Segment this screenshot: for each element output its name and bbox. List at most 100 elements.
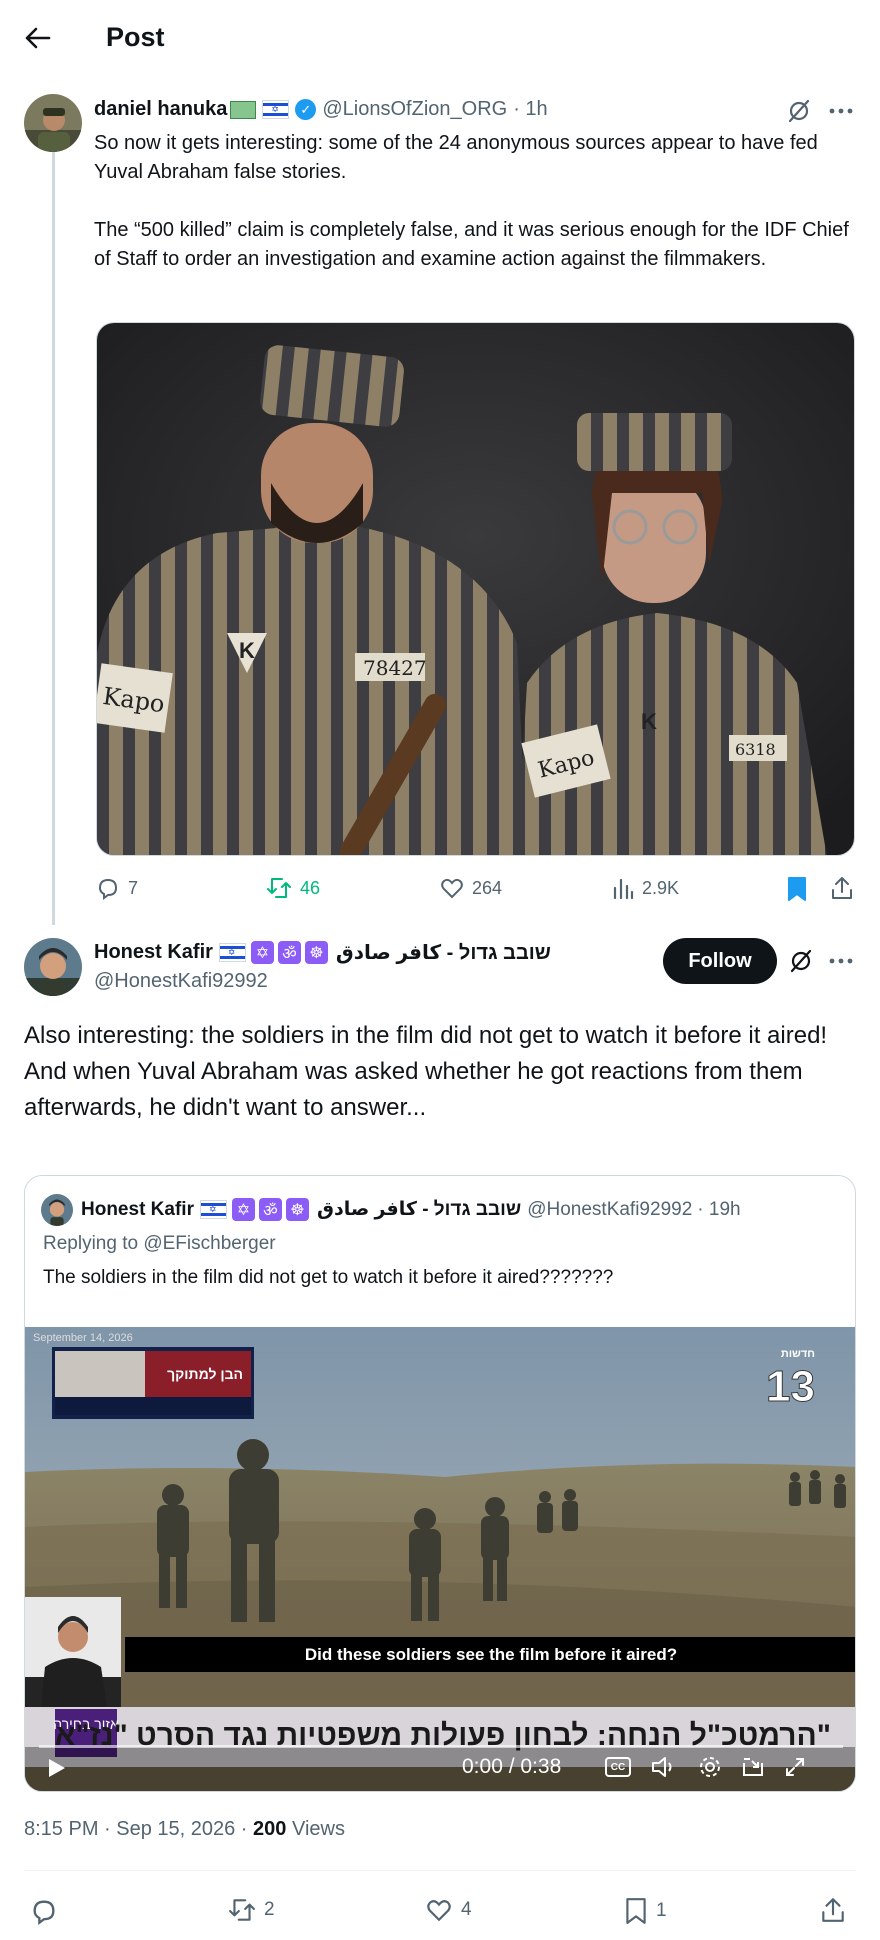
author-handle[interactable]: @LionsOfZion_ORG [322, 98, 507, 121]
more-options-icon[interactable] [826, 948, 856, 974]
like-button[interactable]: 264 [440, 876, 502, 900]
author-name[interactable]: Honest Kafir [94, 941, 213, 964]
bookmark-icon [788, 877, 806, 901]
repost-button[interactable]: 46 [266, 876, 320, 900]
grok-icon[interactable] [786, 98, 812, 129]
money-icon [230, 100, 257, 119]
views-count: 2.9K [642, 877, 680, 898]
om-icon: ॐ [277, 941, 301, 964]
israel-flag-icon: ✡ [199, 1200, 227, 1219]
quote-author-name: Honest Kafir [81, 1198, 194, 1220]
replying-to: Replying to @EFischberger [43, 1233, 276, 1254]
tweet1-image[interactable]: K 78427 Kapo K 6318 Kapo [96, 322, 855, 856]
share-button[interactable] [820, 1896, 846, 1929]
repost-count: 2 [264, 1899, 275, 1920]
fullscreen-button[interactable] [783, 1755, 807, 1784]
dharma-wheel-icon: ☸ [285, 1198, 309, 1221]
picture-in-picture-icon [743, 1758, 763, 1776]
bookmark-icon [626, 1898, 646, 1924]
grok-icon[interactable] [788, 948, 814, 979]
follow-button[interactable]: Follow [663, 938, 777, 984]
captions-button[interactable]: CC [605, 1757, 631, 1777]
badge-letter-right: K [641, 709, 657, 734]
star-of-david-icon: ✡ [231, 1198, 255, 1221]
repost-button[interactable]: 2 [228, 1897, 275, 1923]
more-options-icon[interactable] [826, 98, 856, 124]
quote-author-row: Honest Kafir ✡ ✡ ॐ ☸ שובב גדול - كافر صا… [81, 1198, 741, 1221]
tweet2-action-bar: 2 4 1 [0, 1885, 880, 1935]
like-count: 264 [472, 877, 503, 898]
bookmark-button[interactable] [786, 876, 808, 907]
author-name[interactable]: daniel hanuka [94, 98, 227, 121]
bookmark-button[interactable]: 1 [624, 1897, 667, 1925]
share-icon [822, 1898, 844, 1922]
tweet1-author-row: daniel hanuka ✡ ✓ @LionsOfZion_ORG · 1h [94, 98, 548, 121]
play-button[interactable] [47, 1757, 67, 1784]
israel-flag-icon: ✡ [218, 943, 246, 962]
video-date-stamp: September 14, 2026 [33, 1332, 133, 1344]
quote-time: · 19h [697, 1198, 741, 1220]
play-icon [49, 1759, 65, 1777]
video-player[interactable]: הבן למתוקך September 14, 2026 חדשות 13 D… [25, 1327, 855, 1791]
avatar[interactable] [24, 938, 82, 996]
patch-number-left: 78427 [363, 656, 427, 680]
tweet2-author-row: Honest Kafir ✡ ✡ ॐ ☸ שובב גדול - كافر صا… [94, 940, 551, 965]
fullscreen-icon [786, 1758, 804, 1776]
repost-count: 46 [300, 877, 321, 898]
video-time: 0:00 / 0:38 [462, 1755, 562, 1778]
quote-author-handle: @HonestKafi92992 [527, 1198, 693, 1220]
tweet2-text-line1: Also interesting: the soldiers in the fi… [24, 1022, 828, 1049]
volume-button[interactable] [650, 1755, 678, 1784]
tweet1-text: So now it gets interesting: some of the … [94, 132, 849, 270]
views-icon [613, 878, 634, 900]
post-time[interactable]: · 1h [513, 98, 547, 121]
badge-letter-left: K [239, 638, 255, 663]
gear-icon [700, 1757, 720, 1777]
like-count: 4 [461, 1899, 472, 1920]
back-button[interactable] [20, 20, 56, 56]
like-button[interactable]: 4 [425, 1897, 472, 1923]
post-timestamp[interactable]: 8:15 PM · Sep 15, 2026 · [24, 1818, 253, 1840]
tweet2-text-line2: And when Yuval Abraham was asked whether… [24, 1058, 803, 1121]
views-count: 200 [253, 1818, 287, 1840]
quoted-tweet[interactable]: Honest Kafir ✡ ✡ ॐ ☸ שובב גדול - كافر صا… [24, 1175, 856, 1792]
heart-icon [427, 1900, 451, 1922]
repost-icon [229, 1899, 255, 1921]
video-inset-label: הבן למתוקך [167, 1366, 243, 1382]
video-subtitle: Did these soldiers see the film before i… [305, 1645, 677, 1664]
verified-icon: ✓ [295, 99, 317, 120]
views-label: Views [286, 1818, 345, 1840]
page-title: Post [106, 22, 165, 52]
share-icon [832, 877, 852, 899]
om-icon: ॐ [258, 1198, 282, 1221]
reply-icon [33, 1900, 55, 1925]
author-handle[interactable]: @HonestKafi92992 [94, 970, 268, 993]
israel-flag-icon: ✡ [262, 100, 290, 119]
channel-number: 13 [766, 1362, 815, 1411]
top-bar: Post [0, 0, 880, 78]
views-button[interactable]: 2.9K [612, 876, 679, 900]
thread-line [52, 150, 55, 925]
volume-icon [652, 1757, 672, 1777]
channel-label: חדשות [781, 1348, 815, 1360]
patch-number-right: 6318 [735, 740, 776, 759]
settings-button[interactable] [698, 1755, 722, 1784]
author-name-suffix[interactable]: שובב גדול - كافر صادق [336, 940, 551, 965]
avatar[interactable] [24, 94, 82, 152]
share-button[interactable] [830, 875, 854, 906]
quote-text: The soldiers in the film did not get to … [43, 1267, 614, 1288]
dharma-wheel-icon: ☸ [304, 941, 328, 964]
tweet2-text: Also interesting: the soldiers in the fi… [24, 1018, 854, 1126]
reply-count: 7 [128, 877, 139, 898]
heart-icon [441, 878, 463, 899]
reply-button[interactable]: 7 [96, 876, 138, 900]
avatar [41, 1194, 73, 1226]
reply-icon [98, 878, 118, 900]
post-metadata: 8:15 PM · Sep 15, 2026 · 200 Views [24, 1818, 345, 1841]
reply-button[interactable] [30, 1897, 58, 1930]
star-of-david-icon: ✡ [250, 941, 274, 964]
arrow-left-icon [25, 27, 51, 49]
divider [24, 1870, 856, 1871]
bookmark-count: 1 [656, 1900, 667, 1921]
picture-in-picture-button[interactable] [740, 1755, 766, 1784]
